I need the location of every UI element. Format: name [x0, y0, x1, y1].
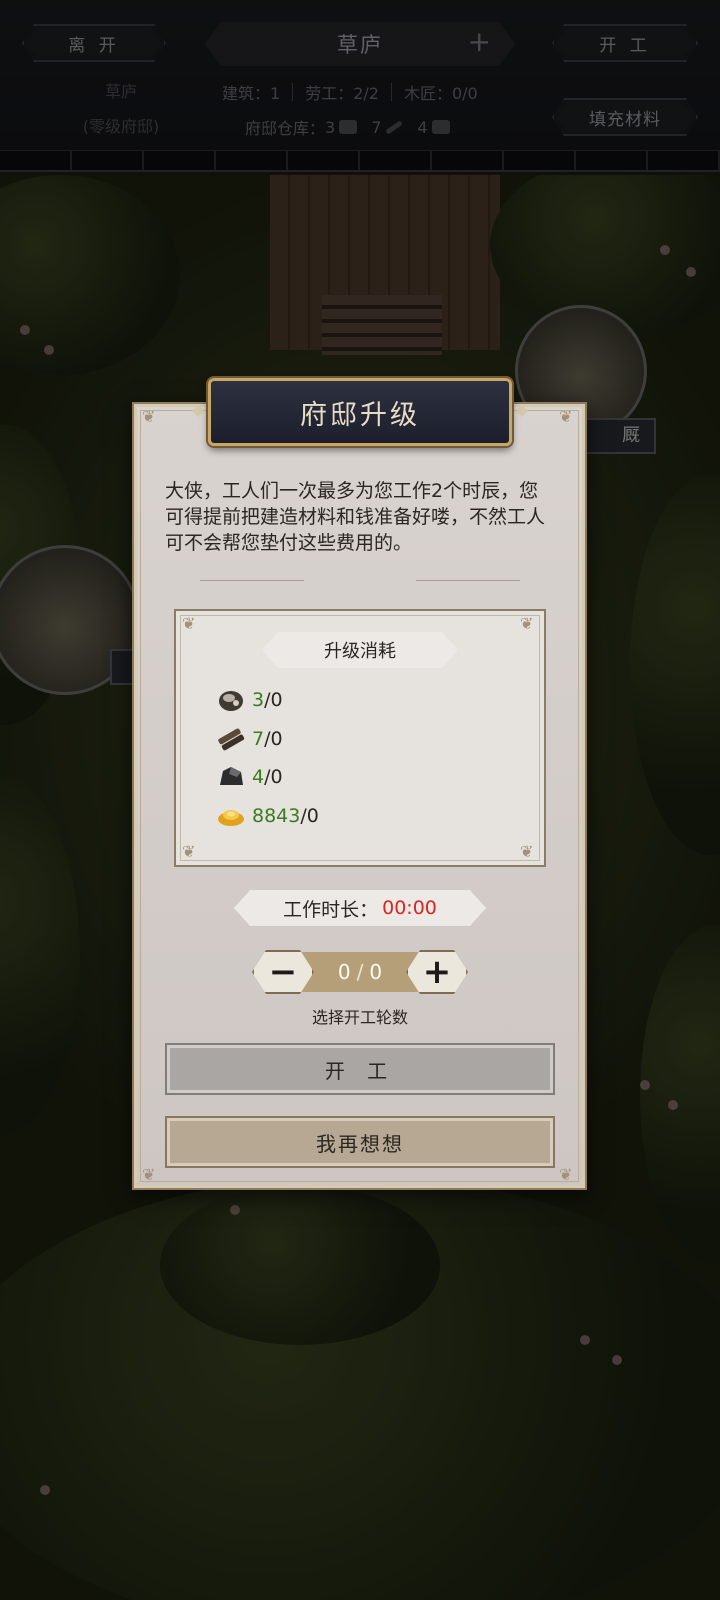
corner-ornament: ❦ [520, 614, 534, 633]
stone-need: /0 [264, 689, 283, 711]
work-duration-value: 00:00 [382, 897, 437, 919]
iron-have: 4 [252, 766, 265, 788]
cost-title: 升级消耗 [324, 641, 396, 662]
cost-row-iron: 4 /0 [216, 762, 283, 792]
cost-row-wood: 7 /0 [216, 724, 283, 754]
corner-ornament: ❦ [559, 1165, 573, 1184]
corner-ornament: ❦ [182, 842, 196, 861]
cost-title-pill: 升级消耗 [262, 632, 458, 668]
rounds-current: 0 [337, 960, 351, 984]
rounds-caption: 选择开工轮数 [311, 1008, 408, 1027]
wood-have: 7 [252, 728, 265, 750]
start-work-label: 开 工 [324, 1058, 396, 1083]
title-ornament-left: ◆ [191, 400, 205, 419]
corner-ornament: ❦ [182, 614, 196, 633]
dialog-title: 府邸升级 [208, 378, 512, 446]
stone-icon [216, 686, 246, 714]
corner-ornament: ❦ [520, 842, 534, 861]
section-divider [200, 574, 520, 588]
gold-ingot-icon [216, 802, 246, 830]
stone-have: 3 [252, 689, 265, 711]
iron-need: /0 [264, 766, 283, 788]
dialog-intro-text: 大侠，工人们一次最多为您工作2个时辰，您可得提前把建造材料和钱准备好喽，不然工人… [165, 480, 546, 554]
work-duration-label: 工作时长： [283, 898, 379, 921]
wood-icon [216, 725, 246, 753]
cost-row-stone: 3 /0 [216, 685, 283, 715]
start-work-button[interactable]: 开 工 [165, 1043, 555, 1095]
reconsider-label: 我再想想 [316, 1131, 404, 1156]
gold-need: /0 [300, 805, 319, 827]
wood-need: /0 [264, 728, 283, 750]
corner-ornament: ❦ [559, 407, 573, 426]
work-duration-pill: 工作时长： 00:00 [234, 890, 486, 926]
rounds-value: 0/0 [285, 952, 435, 992]
reconsider-button[interactable]: 我再想想 [165, 1116, 555, 1168]
corner-ornament: ❦ [142, 1165, 156, 1184]
title-ornament-right: ◆ [515, 400, 529, 419]
rounds-separator: / [356, 960, 364, 984]
gold-have: 8843 [252, 805, 301, 827]
corner-ornament: ❦ [142, 407, 156, 426]
rounds-max: 0 [369, 960, 383, 984]
iron-ore-icon [216, 763, 246, 791]
cost-row-gold: 8843 /0 [216, 801, 319, 831]
